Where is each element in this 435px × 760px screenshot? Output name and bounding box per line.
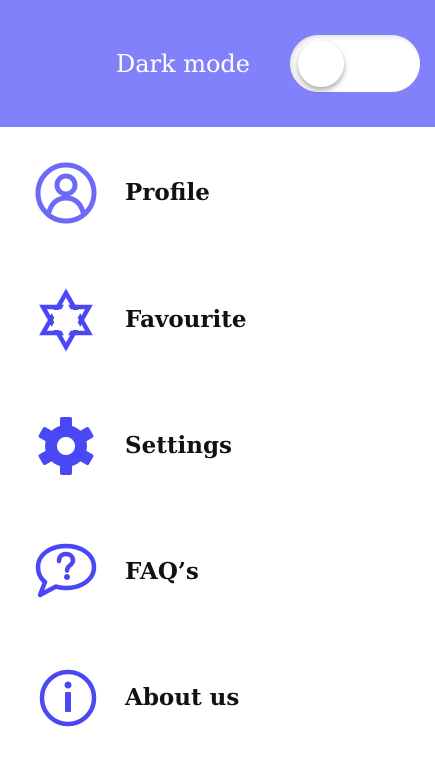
menu-item-settings[interactable]: Settings [0,396,435,496]
menu-label-favourite: Favourite [125,306,247,333]
question-bubble-icon [34,540,98,604]
dark-mode-label: Dark mode [116,50,250,78]
menu-label-settings: Settings [125,432,232,459]
menu-item-about-us[interactable]: About us [0,648,435,748]
menu-item-profile[interactable]: Profile [0,143,435,243]
app-header: Dark mode [0,0,435,127]
menu-label-profile: Profile [125,179,210,206]
menu-item-favourite[interactable]: Favourite [0,270,435,370]
info-icon [34,666,98,730]
menu-item-faq[interactable]: FAQ’s [0,522,435,622]
star-icon [34,288,98,352]
dark-mode-toggle[interactable] [290,35,420,92]
toggle-knob[interactable] [298,41,344,87]
profile-icon [34,161,98,225]
menu-label-about-us: About us [125,684,240,711]
gear-icon [34,414,98,478]
menu-label-faq: FAQ’s [125,558,199,585]
